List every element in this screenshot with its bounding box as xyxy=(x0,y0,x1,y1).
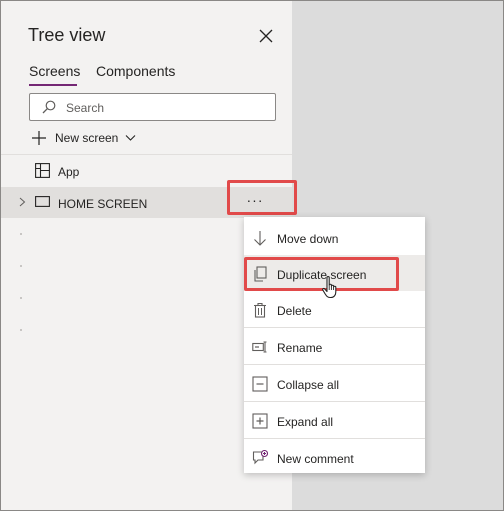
menu-item-label: Collapse all xyxy=(277,378,340,392)
rename-icon xyxy=(252,341,267,353)
menu-item-collapse-all[interactable]: Collapse all xyxy=(244,365,425,401)
menu-item-move-down[interactable]: Move down xyxy=(244,219,425,255)
tab-components[interactable]: Components xyxy=(96,63,175,79)
tree-item-label: App xyxy=(58,165,80,179)
tab-screens[interactable]: Screens xyxy=(29,63,80,79)
menu-item-label: Move down xyxy=(277,232,339,246)
arrow-down-icon xyxy=(254,231,266,246)
tree-guide-dot xyxy=(20,329,22,331)
tree-guide-dot xyxy=(20,265,22,267)
chevron-down-icon[interactable] xyxy=(125,134,136,142)
screen-icon xyxy=(35,196,50,207)
plus-icon xyxy=(32,131,46,145)
search-icon xyxy=(42,100,56,114)
menu-item-label: Expand all xyxy=(277,415,334,429)
new-screen-button[interactable]: New screen xyxy=(31,129,141,149)
menu-item-rename[interactable]: Rename xyxy=(244,328,425,364)
app-window: Tree view Screens Components New screen xyxy=(0,0,504,511)
hand-cursor-icon xyxy=(322,275,337,299)
close-icon[interactable] xyxy=(258,28,274,44)
search-box[interactable] xyxy=(29,93,276,121)
tree-guide-dot xyxy=(20,297,22,299)
menu-item-label: Rename xyxy=(277,341,323,355)
tree-guide-dot xyxy=(20,233,22,235)
search-input[interactable] xyxy=(64,98,268,118)
highlight-box-more xyxy=(227,180,297,215)
app-icon xyxy=(35,163,50,178)
menu-item-new-comment[interactable]: New comment xyxy=(244,439,425,475)
active-tab-indicator xyxy=(29,84,77,86)
new-screen-label: New screen xyxy=(55,131,119,145)
chevron-right-icon[interactable] xyxy=(19,197,26,207)
trash-icon xyxy=(254,302,266,318)
collapse-icon xyxy=(252,376,268,392)
menu-item-expand-all[interactable]: Expand all xyxy=(244,402,425,438)
tree-item-label: HOME SCREEN xyxy=(58,197,148,211)
divider xyxy=(1,154,292,155)
comment-icon xyxy=(252,450,268,465)
expand-icon xyxy=(252,413,268,429)
menu-item-label: Delete xyxy=(277,304,312,318)
menu-item-label: New comment xyxy=(277,452,354,466)
context-menu: Move down Duplicate screen Delete Rename… xyxy=(244,217,425,473)
panel-title: Tree view xyxy=(28,25,106,45)
